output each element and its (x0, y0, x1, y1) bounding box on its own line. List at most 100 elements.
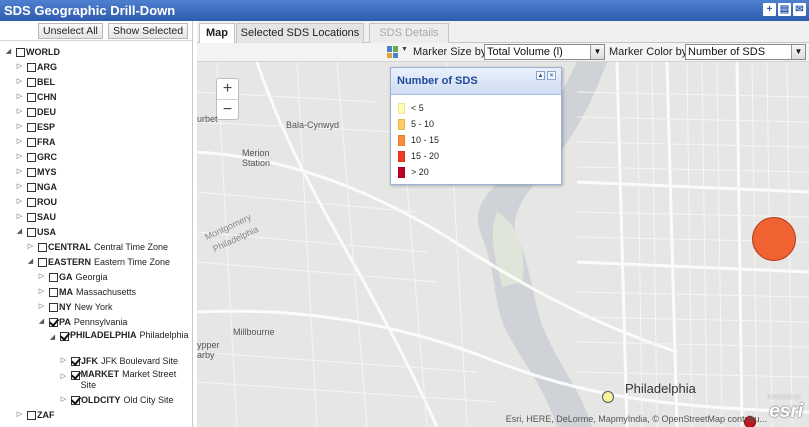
show-selected-button[interactable]: Show Selected (108, 23, 189, 39)
tree-node[interactable]: ▷ CHN (15, 90, 190, 104)
zoom-in-button[interactable]: + (217, 79, 238, 99)
collapsed-arrow-icon[interactable]: ▷ (15, 195, 24, 209)
collapsed-arrow-icon[interactable]: ▷ (37, 300, 46, 314)
map-label: Station (242, 158, 271, 168)
tree-checkbox[interactable] (49, 272, 58, 282)
collapsed-arrow-icon[interactable]: ▷ (15, 150, 24, 164)
tree-checkbox[interactable] (49, 287, 58, 297)
tree-checkbox[interactable] (27, 77, 36, 87)
tree-node[interactable]: ▷ NY New York (37, 300, 190, 314)
tree-node-text: SAU (37, 210, 59, 224)
map-label: urbet (197, 114, 218, 124)
tree-node[interactable]: ▷ ESP (15, 120, 190, 134)
collapse-icon[interactable]: ▲ (536, 71, 545, 80)
tree-node[interactable]: ◢ USA (15, 225, 190, 239)
print-icon[interactable]: ▤ (778, 3, 791, 16)
tree-node[interactable]: ▷ GRC (15, 150, 190, 164)
tree-node-code: MARKET (80, 369, 120, 379)
tab-selected-sds-locations[interactable]: Selected SDS Locations (236, 23, 364, 43)
tree-node[interactable]: ▷ BEL (15, 75, 190, 89)
tree-checkbox[interactable] (27, 62, 36, 72)
tree-checkbox[interactable] (27, 197, 36, 207)
collapsed-arrow-icon[interactable]: ▷ (37, 270, 46, 284)
unselect-all-button[interactable]: Unselect All (38, 23, 103, 39)
tree-node[interactable]: ▷ OLDCITY Old City Site (59, 393, 190, 407)
collapsed-arrow-icon[interactable]: ▷ (15, 120, 24, 134)
collapsed-arrow-icon[interactable]: ▷ (59, 393, 68, 407)
tree-node[interactable]: ▷ MA Massachusetts (37, 285, 190, 299)
tree-checkbox[interactable] (71, 356, 80, 366)
tree-node[interactable]: ◢ WORLD (4, 45, 190, 59)
tree-checkbox[interactable] (49, 302, 58, 312)
tree-node[interactable]: ▷ ARG (15, 60, 190, 74)
collapsed-arrow-icon[interactable]: ▷ (15, 90, 24, 104)
collapsed-arrow-icon[interactable]: ▷ (15, 135, 24, 149)
collapsed-arrow-icon[interactable]: ▷ (26, 240, 35, 254)
tab-map[interactable]: Map (199, 23, 235, 44)
collapsed-arrow-icon[interactable]: ▷ (15, 408, 24, 422)
tree-node[interactable]: ▷ FRA (15, 135, 190, 149)
collapsed-arrow-icon[interactable]: ▷ (15, 60, 24, 74)
collapsed-arrow-icon[interactable]: ▷ (37, 285, 46, 299)
tree-node[interactable]: ▷ GA Georgia (37, 270, 190, 284)
map-label: Millbourne (233, 327, 275, 337)
site-marker[interactable] (602, 391, 614, 403)
grid-dropdown-arrow-icon[interactable]: ▼ (401, 46, 408, 53)
tree-node-text: BEL (37, 75, 58, 89)
tree-node[interactable]: ▷ JFK JFK Boulevard Site (59, 354, 190, 368)
expanded-arrow-icon[interactable]: ◢ (15, 225, 24, 239)
tree-checkbox[interactable] (27, 137, 36, 147)
collapsed-arrow-icon[interactable]: ▷ (15, 210, 24, 224)
tree-checkbox[interactable] (49, 317, 58, 327)
tree-checkbox[interactable] (27, 92, 36, 102)
collapsed-arrow-icon[interactable]: ▷ (15, 165, 24, 179)
expanded-arrow-icon[interactable]: ◢ (37, 315, 46, 329)
tree-checkbox[interactable] (27, 410, 36, 420)
expanded-arrow-icon[interactable]: ◢ (4, 45, 13, 59)
tree-checkbox[interactable] (38, 242, 47, 252)
tree-node[interactable]: ▷ SAU (15, 210, 190, 224)
expanded-arrow-icon[interactable]: ◢ (26, 255, 35, 269)
tree-checkbox[interactable] (27, 167, 36, 177)
tree-checkbox[interactable] (27, 107, 36, 117)
tree-node[interactable]: ◢ EASTERN Eastern Time Zone (26, 255, 190, 269)
tree-checkbox[interactable] (27, 212, 36, 222)
tab-sds-details: SDS Details (369, 23, 449, 43)
chevron-down-icon: ▼ (791, 45, 805, 59)
map-view[interactable]: + − Bala-Cynwyd Merion Station Montgomer… (197, 62, 809, 427)
tree-checkbox[interactable] (27, 227, 36, 237)
tree-checkbox[interactable] (16, 47, 25, 57)
tree-checkbox[interactable] (60, 332, 69, 341)
marker-color-label: Marker Color by (609, 46, 688, 58)
tree-checkbox[interactable] (70, 371, 80, 380)
collapsed-arrow-icon[interactable]: ▷ (15, 75, 24, 89)
tree-checkbox[interactable] (71, 395, 80, 405)
collapsed-arrow-icon[interactable]: ▷ (59, 371, 68, 382)
tree-checkbox[interactable] (27, 152, 36, 162)
tree-node[interactable]: ▷ DEU (15, 105, 190, 119)
tree-node[interactable]: ▷ ZAF (15, 408, 190, 422)
marker-color-select[interactable]: Number of SDS ▼ (685, 44, 806, 60)
tree-checkbox[interactable] (38, 257, 47, 267)
tree-checkbox[interactable] (27, 122, 36, 132)
collapsed-arrow-icon[interactable]: ▷ (15, 180, 24, 194)
collapsed-arrow-icon[interactable]: ▷ (15, 105, 24, 119)
email-icon[interactable]: ✉ (793, 3, 806, 16)
site-marker[interactable] (752, 217, 796, 261)
tree-node[interactable]: ◢ PHILADELPHIA Philadelphia (48, 330, 190, 354)
tree-node[interactable]: ▷ MARKET Market Street Site (59, 369, 190, 393)
tree-node-label: Old City Site (123, 395, 174, 405)
maximize-icon[interactable]: + (763, 3, 776, 16)
close-icon[interactable]: ✕ (547, 71, 556, 80)
expanded-arrow-icon[interactable]: ◢ (48, 332, 57, 343)
tree-node[interactable]: ◢ PA Pennsylvania (37, 315, 190, 329)
marker-size-select[interactable]: Total Volume (l) ▼ (484, 44, 605, 60)
zoom-out-button[interactable]: − (217, 99, 238, 119)
tree-node[interactable]: ▷ ROU (15, 195, 190, 209)
tree-checkbox[interactable] (27, 182, 36, 192)
tree-node[interactable]: ▷ CENTRAL Central Time Zone (26, 240, 190, 254)
tree-node[interactable]: ▷ NGA (15, 180, 190, 194)
tree-node[interactable]: ▷ MYS (15, 165, 190, 179)
layout-grid-icon[interactable] (387, 46, 399, 58)
collapsed-arrow-icon[interactable]: ▷ (59, 354, 68, 368)
